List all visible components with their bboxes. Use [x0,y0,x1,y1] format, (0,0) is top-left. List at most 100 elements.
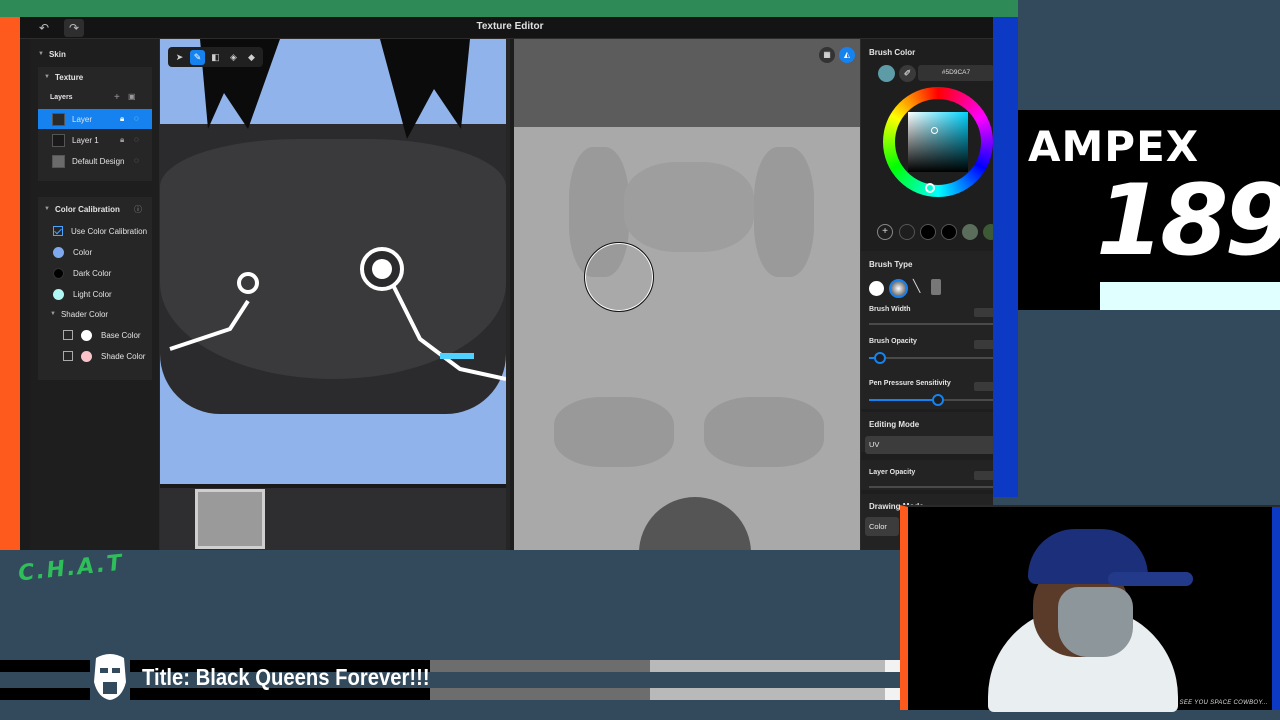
shade-color-label: Shade Color [101,351,146,361]
brush-opacity-label: Brush Opacity [869,338,917,345]
pen-pressure-fill [869,399,938,401]
add-layer-icon[interactable]: + [114,92,120,103]
visibility-icon[interactable]: ◌ [134,114,139,123]
add-swatch-icon[interactable]: + [877,224,893,240]
uv-texture [514,127,864,550]
editor-titlebar: ↶ ↷ Texture Editor [20,17,993,39]
visibility-icon[interactable]: ◌ [134,135,139,144]
jacket-decals [169,247,506,381]
avatar-cap-brim [1108,572,1193,586]
select-tool-icon[interactable]: ➤ [172,50,187,65]
use-color-calibration-row[interactable]: Use Color Calibration [53,221,175,241]
shade-color-checkbox[interactable] [63,351,73,361]
color-wheel[interactable] [883,87,993,197]
base-color-checkbox[interactable] [63,330,73,340]
layer-item[interactable]: Default Design ◌ [38,151,152,171]
light-color-row[interactable]: Light Color [53,284,175,304]
skin-toggle[interactable]: ▼ Skin [38,44,160,64]
light-color-swatch[interactable] [53,288,64,300]
pen-pressure-knob[interactable] [932,394,944,406]
info-icon[interactable]: ⓘ [134,204,142,215]
color-picker-cursor[interactable] [931,127,938,134]
use-color-calibration-checkbox[interactable] [53,226,63,236]
brush-cursor [584,242,654,312]
title-bar-stripe [650,660,885,672]
layers-header-label: Layers [50,93,73,101]
layer-name: Default Design [72,156,125,166]
skin-label: Skin [48,49,66,59]
eraser-tool-icon[interactable]: ◧ [208,50,223,65]
brush-opacity-slider[interactable] [869,352,993,364]
palette-swatch[interactable] [962,224,978,240]
texture-group: ▼ Texture Layers + ▣ Layer 🔒︎ ◌ Layer 1 … [38,67,152,181]
brush-hard-icon[interactable] [869,281,884,296]
saturation-square[interactable] [908,112,968,172]
brush-opacity-input[interactable] [974,340,993,349]
dark-color-swatch[interactable] [53,267,64,279]
mask-icon [94,654,126,700]
texture-toggle[interactable]: ▼ Texture [44,67,166,87]
shade-color-swatch[interactable] [81,350,92,362]
visibility-icon[interactable]: ◌ [134,156,139,165]
layer-opacity-slider[interactable] [869,486,993,488]
layer-thumbnail [52,154,65,168]
title-bar-stripe [885,688,900,700]
color-calibration-toggle[interactable]: ▼ Color Calibration [44,199,166,219]
base-color-label: Base Color [101,330,141,340]
calibration-color-swatch[interactable] [53,246,64,258]
palette-swatch[interactable] [983,224,993,240]
dark-color-row[interactable]: Dark Color [53,263,175,283]
lock-icon[interactable]: 🔒︎ [120,135,124,145]
view-mode-icon[interactable]: ◭ [839,47,855,63]
eyedropper-icon[interactable]: ✐ [899,65,916,82]
calibration-color-row[interactable]: Color [53,242,175,262]
stream-title: Title: Black Queens Forever!!! [142,664,430,690]
brand-bar [1018,280,1280,310]
title-bar-stripe [0,660,90,672]
base-color-swatch[interactable] [81,329,92,341]
title-bar-stripe [650,688,885,700]
chevron-down-icon: ▼ [50,311,56,317]
viewport-toolbar: ➤ ✎ ◧ ◈ ◆ [168,47,263,67]
light-color-label: Light Color [73,289,112,299]
brush-width-slider[interactable] [869,323,993,325]
brush-color-swatch[interactable] [878,65,895,82]
uv-canvas-top [514,39,864,127]
grid-toggle-icon[interactable]: ▦ [819,47,835,63]
pen-tool-icon[interactable]: ✎ [190,49,205,65]
uv-canvas[interactable]: ▦ ◭ [506,39,864,550]
brush-width-input[interactable] [974,308,993,317]
brush-opacity-knob[interactable] [874,352,886,364]
webcam-feed: SEE YOU SPACE COWBOY... [900,505,1280,712]
layer-opacity-input[interactable] [974,471,993,480]
color-calibration-label: Color Calibration [54,204,120,214]
stamp-tool-icon[interactable]: ◈ [226,50,241,65]
uv-island [554,397,674,467]
layer-folder-icon[interactable]: ▣ [128,92,136,101]
layer-opacity-label: Layer Opacity [869,469,916,476]
chevron-down-icon: ▼ [44,74,50,80]
pen-pressure-slider[interactable] [869,394,993,406]
brush-line-icon[interactable]: ╲ [913,279,920,293]
drawing-mode-dropdown[interactable]: Color [865,517,899,536]
layer-item[interactable]: Layer 🔒︎ ◌ [38,109,152,129]
hex-color-input[interactable]: #5D9CA7 [918,65,993,81]
lock-icon[interactable]: 🔒︎ [120,114,124,124]
editing-mode-dropdown[interactable]: UV [865,436,993,454]
overlay-blue-strip [993,17,1018,497]
fill-tool-icon[interactable]: ◆ [244,50,259,65]
brush-soft-icon[interactable] [889,279,908,298]
palette-swatch[interactable] [920,224,936,240]
palette-swatch[interactable] [899,224,915,240]
shader-color-label: Shader Color [60,309,109,319]
chevron-down-icon: ▼ [44,206,50,212]
layer-item[interactable]: Layer 1 🔒︎ ◌ [38,130,152,150]
layers-panel: ▼ Skin ▼ Texture Layers + ▣ Layer 🔒︎ ◌ L… [30,39,160,550]
brush-stamp-icon[interactable] [931,279,941,295]
shader-color-toggle[interactable]: ▼ Shader Color [50,304,172,324]
hue-cursor[interactable] [925,183,935,193]
pen-pressure-input[interactable] [974,382,993,391]
palette-swatch[interactable] [941,224,957,240]
3d-viewport[interactable]: ➤ ✎ ◧ ◈ ◆ [160,39,506,550]
title-bar-stripe [0,688,90,700]
